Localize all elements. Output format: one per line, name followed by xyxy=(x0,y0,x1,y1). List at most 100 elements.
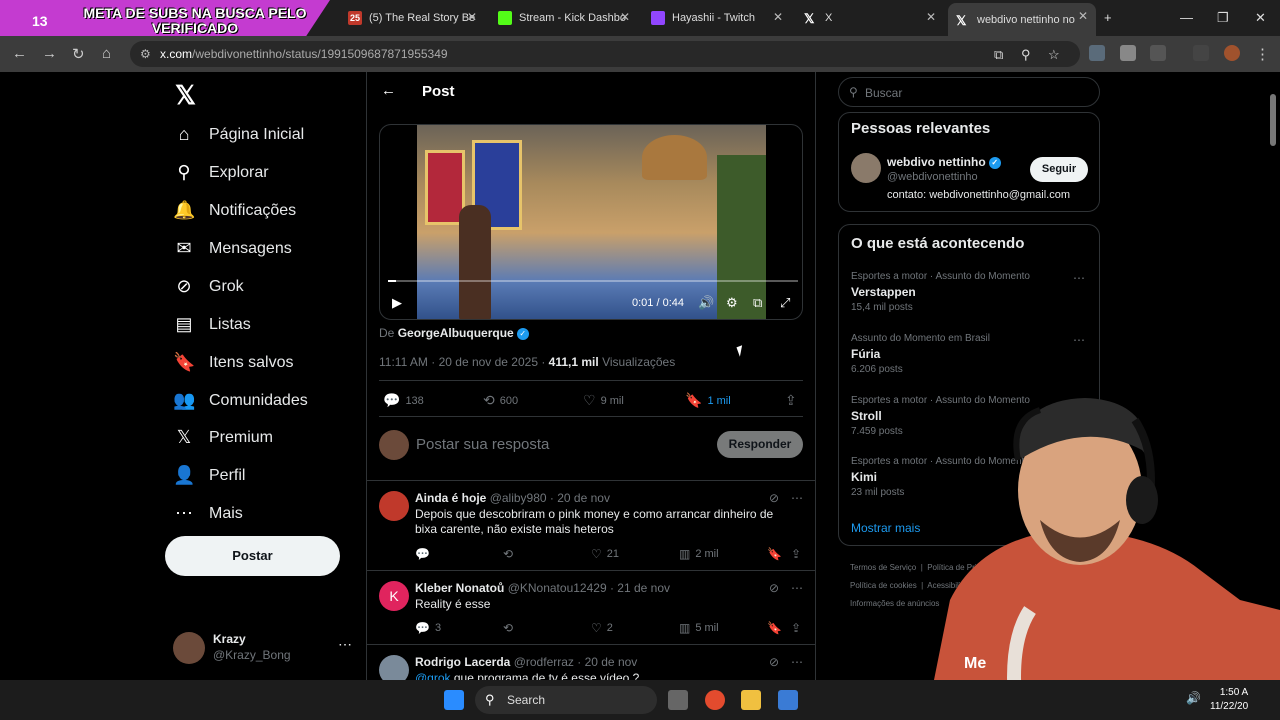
tab-active-post[interactable]: 𝕏 webdivo nettinho no ✕ xyxy=(948,3,1096,36)
views-action[interactable]: ▥ 5 mil xyxy=(679,621,719,635)
extension-icon[interactable] xyxy=(1089,45,1105,61)
close-icon[interactable]: ✕ xyxy=(773,10,783,24)
tab-x[interactable]: 𝕏 X ✕ xyxy=(796,4,944,32)
repost-action[interactable]: ⟲ xyxy=(503,621,518,635)
like-action[interactable]: ♡ 21 xyxy=(591,547,619,561)
profile-avatar-icon[interactable] xyxy=(1224,45,1240,61)
restore-icon[interactable]: ❐ xyxy=(1217,10,1229,26)
reply-post[interactable]: K Kleber Nonatoů @KNonatou12429 · 21 de … xyxy=(367,570,815,644)
like-action[interactable]: ♡ 2 xyxy=(591,621,613,635)
person-name[interactable]: webdivo nettinho ✓ xyxy=(887,155,1001,169)
play-icon[interactable]: ▶ xyxy=(392,295,402,311)
repost-action[interactable]: ⟲ 600 xyxy=(483,392,518,409)
share-action[interactable]: ⇪ xyxy=(791,547,806,561)
nav-explore[interactable]: ⚲ Explorar xyxy=(173,162,268,183)
install-app-icon[interactable]: ⧉ xyxy=(994,47,1003,63)
speaker-icon[interactable]: 🔊 xyxy=(1186,691,1201,705)
media-icon[interactable] xyxy=(1193,45,1209,61)
reply-author[interactable]: Ainda é hoje xyxy=(415,491,486,505)
footer-link[interactable]: Política de cookies xyxy=(850,581,917,590)
trend-item[interactable]: Assunto do Momento em Brasil Fúria 6.206… xyxy=(851,333,1091,375)
more-icon[interactable]: ⋯ xyxy=(791,581,803,595)
star-icon[interactable]: ☆ xyxy=(1048,47,1060,63)
clock[interactable]: 1:50 A 11/22/20 xyxy=(1210,686,1248,714)
nav-premium[interactable]: 𝕏 Premium xyxy=(173,427,273,448)
video-player[interactable]: ▶ 0:01 / 0:44 🔊 ⚙ ⧉ ⤢ xyxy=(379,124,803,320)
home-icon[interactable]: ⌂ xyxy=(102,45,111,62)
account-switcher[interactable]: Krazy @Krazy_Bong ⋯ xyxy=(173,630,353,666)
reply-button[interactable]: Responder xyxy=(717,431,803,458)
puzzle-icon[interactable] xyxy=(1150,45,1166,61)
more-icon[interactable]: ⋯ xyxy=(791,491,803,505)
like-action[interactable]: ♡ 9 mil xyxy=(583,392,624,409)
trend-item[interactable]: Esportes a motor · Assunto do Momento Ve… xyxy=(851,271,1091,313)
reply-post[interactable]: Rodrigo Lacerda @rodferraz · 20 de nov ⊘… xyxy=(367,644,815,680)
more-icon[interactable]: ⋯ xyxy=(791,655,803,669)
forward-icon[interactable]: → xyxy=(42,45,57,62)
grok-icon[interactable]: ⊘ xyxy=(769,655,779,669)
nav-grok[interactable]: ⊘ Grok xyxy=(173,276,243,297)
nav-messages[interactable]: ✉ Mensagens xyxy=(173,238,291,259)
minimize-icon[interactable]: — xyxy=(1180,10,1193,25)
tab-youtube[interactable]: 25 (5) The Real Story Be ✕ xyxy=(340,4,485,32)
video-progress-bar[interactable] xyxy=(388,280,798,282)
repost-action[interactable]: ⟲ xyxy=(503,547,518,561)
post-button[interactable]: Postar xyxy=(165,536,340,576)
attribution-user[interactable]: GeorgeAlbuquerque xyxy=(398,326,514,340)
address-bar[interactable]: ⚙ x.com/webdivonettinho/status/199150968… xyxy=(130,41,1080,67)
close-icon[interactable]: ✕ xyxy=(620,10,630,24)
site-info-icon[interactable]: ⚙ xyxy=(140,47,151,61)
close-window-icon[interactable]: ✕ xyxy=(1255,10,1266,26)
chrome-icon[interactable] xyxy=(705,690,725,710)
bookmark-action[interactable]: 🔖 xyxy=(767,547,787,561)
pip-icon[interactable]: ⧉ xyxy=(753,295,762,311)
tab-kick[interactable]: Stream - Kick Dashbo ✕ xyxy=(490,4,638,32)
menu-icon[interactable]: ⋮ xyxy=(1255,45,1270,63)
more-icon[interactable]: ⋯ xyxy=(1073,333,1085,347)
nav-lists[interactable]: ▤ Listas xyxy=(173,314,250,335)
page-scrollbar[interactable] xyxy=(1270,94,1276,146)
mention-link[interactable]: @grok xyxy=(415,671,451,680)
nav-home[interactable]: ⌂ Página Inicial xyxy=(173,124,305,145)
close-icon[interactable]: ✕ xyxy=(926,10,936,24)
zoom-icon[interactable]: ⚲ xyxy=(1021,47,1031,63)
grok-icon[interactable]: ⊘ xyxy=(769,581,779,595)
nav-communities[interactable]: 👥 Comunidades xyxy=(173,390,308,411)
settings-icon[interactable]: ⚙ xyxy=(726,295,738,311)
nav-notifications[interactable]: 🔔 Notificações xyxy=(173,200,296,221)
reload-icon[interactable]: ↻ xyxy=(72,45,85,63)
volume-icon[interactable]: 🔊 xyxy=(698,295,714,311)
search-input[interactable]: ⚲ Buscar xyxy=(838,77,1100,107)
nav-bookmarks[interactable]: 🔖 Itens salvos xyxy=(173,352,293,373)
reply-author[interactable]: Kleber Nonatoů xyxy=(415,581,504,595)
avatar[interactable] xyxy=(851,153,881,183)
x-logo-icon[interactable]: 𝕏 xyxy=(175,80,196,111)
reply-input[interactable]: Postar sua resposta xyxy=(416,436,549,453)
reply-author[interactable]: Rodrigo Lacerda xyxy=(415,655,510,669)
nav-more[interactable]: ⋯ Mais xyxy=(173,503,243,524)
file-explorer-icon[interactable] xyxy=(741,690,761,710)
grok-icon[interactable]: ⊘ xyxy=(769,491,779,505)
store-icon[interactable] xyxy=(778,690,798,710)
taskbar-search[interactable]: ⚲ Search xyxy=(475,686,657,714)
more-icon[interactable]: ⋯ xyxy=(338,636,352,653)
task-view-icon[interactable] xyxy=(668,690,688,710)
views-action[interactable]: ▥ 2 mil xyxy=(679,547,719,561)
close-icon[interactable]: ✕ xyxy=(467,10,477,24)
back-icon[interactable]: ← xyxy=(12,45,27,62)
windows-start-icon[interactable] xyxy=(444,690,464,710)
share-action[interactable]: ⇪ xyxy=(791,621,806,635)
follow-button[interactable]: Seguir xyxy=(1030,157,1088,182)
new-tab-icon[interactable]: + xyxy=(1104,10,1112,25)
reply-post[interactable]: Ainda é hoje @aliby980 · 20 de nov ⊘ ⋯ D… xyxy=(367,480,815,570)
fullscreen-icon[interactable]: ⤢ xyxy=(780,295,790,311)
more-icon[interactable]: ⋯ xyxy=(1073,271,1085,285)
bookmark-action[interactable]: 🔖 1 mil xyxy=(685,392,731,409)
share-action[interactable]: ⇪ xyxy=(785,392,802,409)
reply-action[interactable]: 💬 3 xyxy=(415,621,441,635)
post-timestamp[interactable]: 11:11 AM · 20 de nov de 2025 · xyxy=(379,355,549,369)
reply-action[interactable]: 💬 xyxy=(415,547,435,561)
tab-twitch[interactable]: Hayashii - Twitch ✕ xyxy=(643,4,791,32)
close-icon[interactable]: ✕ xyxy=(1078,9,1088,23)
nav-profile[interactable]: 👤 Perfil xyxy=(173,465,245,486)
